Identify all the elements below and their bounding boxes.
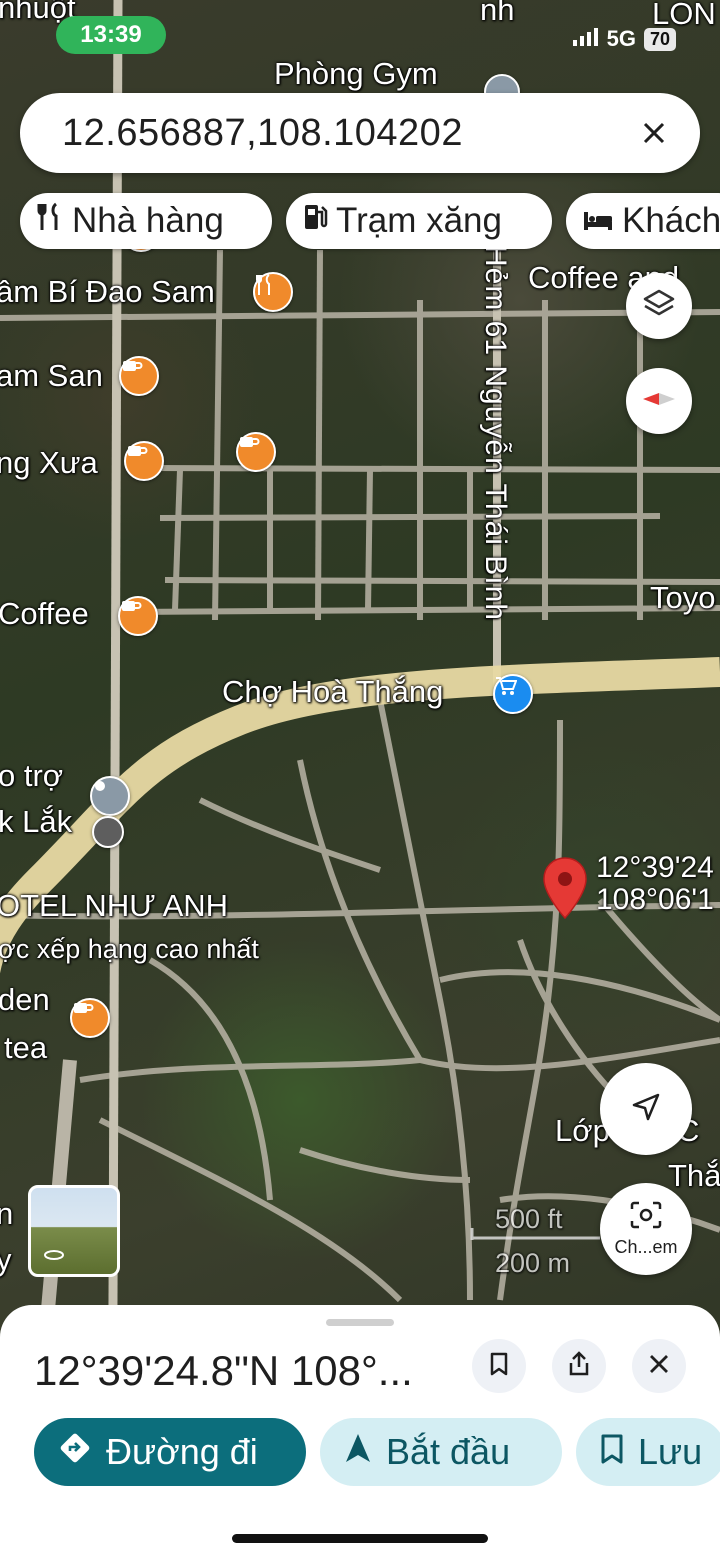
map-label: k Lắk bbox=[0, 804, 73, 839]
save-label: Lưu bbox=[638, 1431, 703, 1472]
cafe-poi-icon[interactable] bbox=[70, 998, 110, 1038]
my-location-button[interactable] bbox=[600, 1063, 692, 1155]
shopping-cart-poi-icon[interactable] bbox=[493, 674, 533, 714]
compass-icon bbox=[641, 389, 677, 414]
map-label: Toyo bbox=[650, 580, 716, 615]
chip-label: Trạm xăng bbox=[336, 201, 502, 240]
map-label: nh bbox=[480, 0, 515, 27]
battery-level: 70 bbox=[643, 27, 676, 51]
scale-label-ft: 500 ft bbox=[495, 1204, 563, 1234]
place-title: 12°39'24.8"N 108°... bbox=[34, 1347, 413, 1394]
layers-icon bbox=[642, 287, 676, 326]
chip-restaurants[interactable]: Nhà hàng bbox=[20, 193, 272, 249]
map-label: ợc xếp hạng cao nhất bbox=[0, 934, 259, 964]
chip-label: Khách bbox=[622, 201, 720, 240]
navigation-arrow-icon bbox=[631, 1092, 661, 1127]
map-label: o trợ bbox=[0, 758, 64, 793]
place-bottom-sheet[interactable]: 12°39'24.8"N 108°... Đường đi Bắt đầu Lư… bbox=[0, 1305, 720, 1557]
chip-gas-stations[interactable]: Trạm xăng bbox=[286, 193, 552, 249]
chip-hotels[interactable]: Khách bbox=[566, 193, 720, 249]
street-view-thumbnail[interactable] bbox=[28, 1185, 120, 1277]
pin-latitude: 12°39'24 bbox=[596, 851, 714, 884]
pin-coordinates: 12°39'24 108°06'1 bbox=[596, 852, 714, 915]
restaurant-poi-icon[interactable] bbox=[253, 272, 293, 312]
close-icon bbox=[649, 1354, 669, 1379]
map-label: y bbox=[0, 1242, 12, 1277]
street-label: Hẻm 61 Nguyễn Thái Bình bbox=[479, 245, 512, 621]
dropped-pin-icon[interactable] bbox=[542, 856, 588, 920]
cafe-poi-icon[interactable] bbox=[119, 356, 159, 396]
directions-icon bbox=[58, 1431, 92, 1474]
close-sheet-button[interactable] bbox=[632, 1339, 686, 1393]
map-label: ng Xưa bbox=[0, 445, 98, 480]
search-input[interactable]: 12.656887,108.104202 bbox=[62, 112, 634, 155]
navigation-arrow-icon bbox=[344, 1431, 372, 1473]
start-button[interactable]: Bắt đầu bbox=[320, 1418, 562, 1486]
save-place-button[interactable] bbox=[472, 1339, 526, 1393]
action-buttons: Đường đi Bắt đầu Lưu bbox=[34, 1418, 720, 1486]
screenshot-label: Ch...em bbox=[614, 1237, 678, 1257]
directions-label: Đường đi bbox=[106, 1431, 258, 1472]
cafe-poi-icon[interactable] bbox=[118, 596, 158, 636]
signal-icon bbox=[572, 26, 599, 52]
clear-search-icon[interactable] bbox=[634, 113, 674, 153]
save-button[interactable]: Lưu bbox=[576, 1418, 720, 1486]
share-icon bbox=[568, 1350, 590, 1382]
pin-longitude: 108°06'1 bbox=[596, 882, 714, 916]
cafe-poi-icon[interactable] bbox=[124, 441, 164, 481]
directions-button[interactable]: Đường đi bbox=[34, 1418, 306, 1486]
screenshot-search-button[interactable]: Ch...em bbox=[600, 1183, 692, 1275]
layers-button[interactable] bbox=[626, 273, 692, 339]
home-indicator[interactable] bbox=[232, 1534, 488, 1543]
compass-button[interactable] bbox=[626, 368, 692, 434]
roundabout-icon bbox=[92, 816, 124, 848]
map-label: n bbox=[0, 1196, 14, 1231]
cafe-poi-icon[interactable] bbox=[236, 432, 276, 472]
start-label: Bắt đầu bbox=[386, 1431, 511, 1472]
network-type: 5G bbox=[606, 26, 636, 51]
bookmark-icon bbox=[600, 1431, 624, 1473]
hotel-icon bbox=[582, 201, 614, 241]
search-box[interactable]: 12.656887,108.104202 bbox=[20, 93, 700, 173]
map-label: den bbox=[0, 982, 50, 1017]
map-label: âm Bí Đao Sam bbox=[0, 274, 215, 309]
map-label: Thắ bbox=[668, 1158, 720, 1193]
map-label: tea bbox=[4, 1030, 48, 1065]
map-label: Coffee bbox=[0, 596, 89, 631]
camera-search-icon bbox=[629, 1200, 663, 1235]
status-indicators: 5G 70 bbox=[572, 26, 676, 52]
scale-label-m: 200 m bbox=[495, 1248, 571, 1278]
bookmark-icon bbox=[489, 1352, 509, 1381]
map-label: LON bbox=[652, 0, 716, 31]
sheet-drag-handle[interactable] bbox=[326, 1319, 394, 1326]
map-label-gym: Phòng Gym bbox=[274, 56, 438, 91]
map-label-hotel: OTEL NHƯ ANH bbox=[0, 888, 229, 923]
map-label: am San bbox=[0, 358, 103, 393]
status-time: 13:39 bbox=[56, 16, 166, 54]
chip-label: Nhà hàng bbox=[72, 201, 224, 240]
category-chips: Nhà hàng Trạm xăng Khách bbox=[20, 193, 720, 249]
restaurant-icon bbox=[36, 201, 64, 241]
rotate-360-icon bbox=[43, 1248, 65, 1266]
share-button[interactable] bbox=[552, 1339, 606, 1393]
map-label-market: Chợ Hoà Thắng bbox=[222, 674, 444, 709]
gas-station-icon bbox=[302, 201, 328, 241]
place-poi-icon[interactable] bbox=[90, 776, 130, 816]
